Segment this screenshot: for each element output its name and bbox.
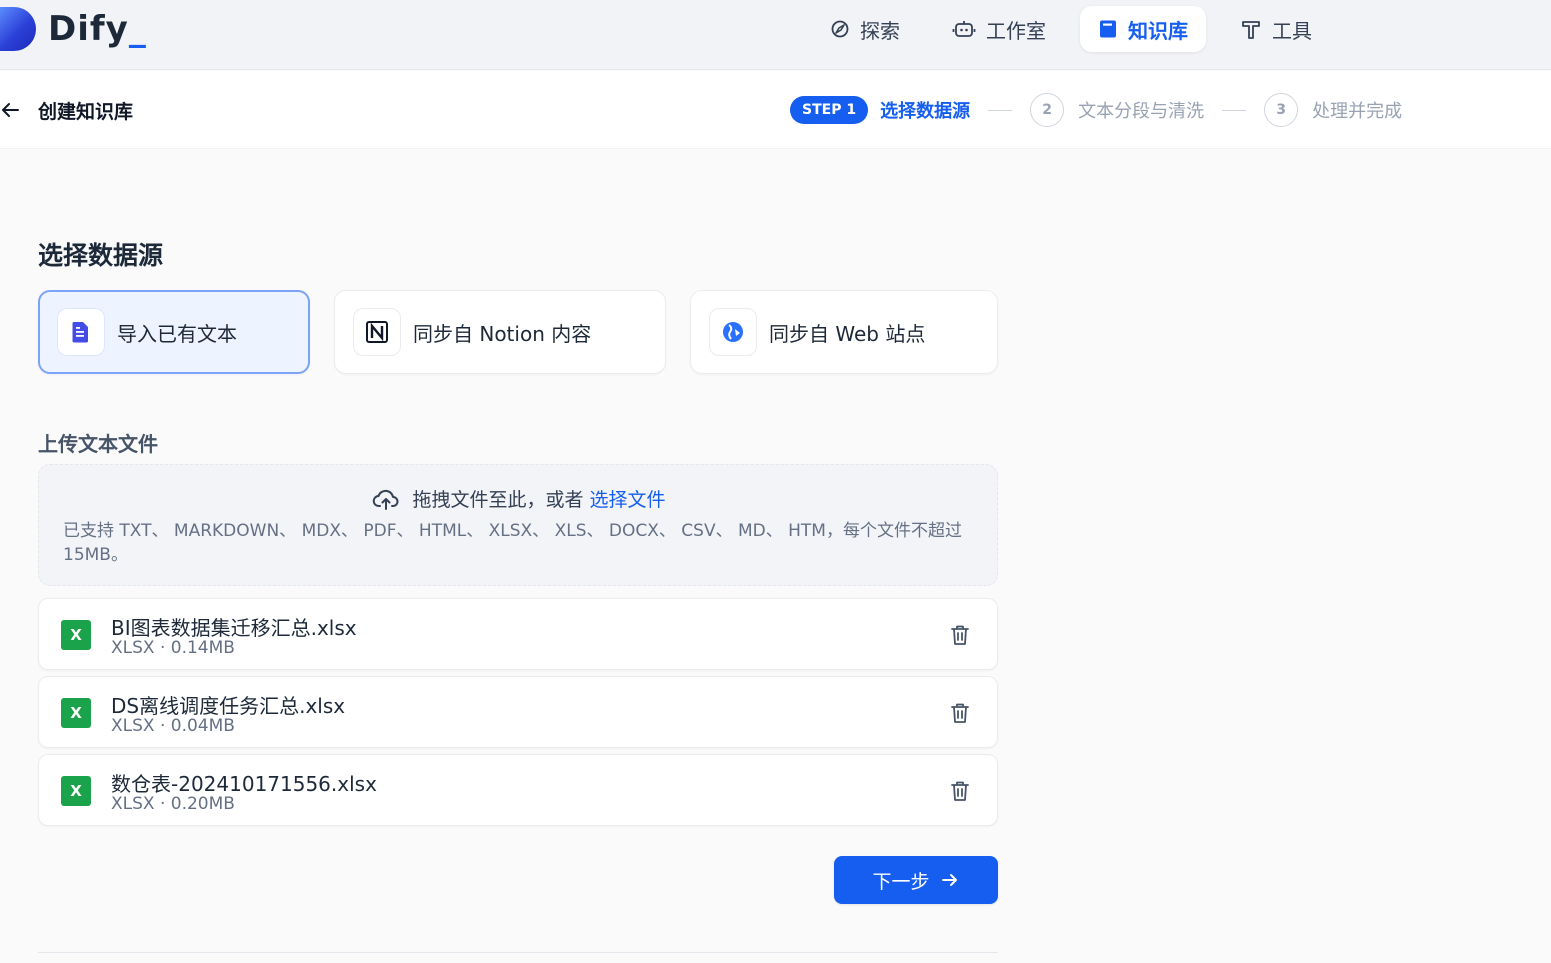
select-file-link[interactable]: 选择文件: [590, 485, 666, 512]
file-item: X BI图表数据集迁移汇总.xlsx XLSX · 0.14MB: [38, 598, 998, 670]
arrow-right-icon: [941, 874, 957, 886]
section-title: 选择数据源: [38, 241, 164, 270]
globe-icon: [709, 308, 757, 356]
file-name: 数仓表-202410171556.xlsx: [111, 772, 377, 796]
logo-text: Dify: [48, 9, 129, 49]
nav-tools[interactable]: 工具: [1222, 6, 1330, 52]
step-3-number: 3: [1264, 93, 1299, 127]
next-step-button[interactable]: 下一步: [834, 856, 998, 904]
file-name: DS离线调度任务汇总.xlsx: [111, 694, 346, 718]
nav-knowledge[interactable]: 知识库: [1080, 6, 1206, 52]
source-import-text[interactable]: 导入已有文本: [38, 290, 310, 374]
excel-file-icon: X: [61, 698, 91, 728]
source-web[interactable]: 同步自 Web 站点: [690, 290, 998, 374]
back-arrow-icon[interactable]: [0, 99, 22, 121]
step-separator: [1222, 109, 1247, 111]
drop-text: 拖拽文件至此，或者: [412, 489, 584, 511]
top-navbar: Dify_ 探索 工作室 知识库 工具: [0, 0, 1551, 70]
supported-formats-tip: 已支持 TXT、 MARKDOWN、 MDX、 PDF、 HTML、 XLSX、…: [63, 521, 962, 565]
next-step-label: 下一步: [872, 870, 930, 893]
step-badge: STEP 1: [790, 96, 869, 124]
source-import-text-label: 导入已有文本: [117, 321, 237, 346]
robot-icon: [952, 21, 976, 37]
page-header: 创建知识库 STEP 1 选择数据源 2 文本分段与清洗 3 处理并完成: [0, 71, 1551, 149]
nav-explore[interactable]: 探索: [812, 6, 918, 52]
hammer-icon: [1242, 21, 1260, 39]
excel-file-icon: X: [61, 776, 91, 806]
step-2-label: 文本分段与清洗: [1078, 101, 1205, 122]
file-text-icon: [57, 308, 105, 356]
file-meta: XLSX · 0.14MB: [111, 638, 235, 658]
step-1-label: 选择数据源: [880, 101, 971, 122]
step-indicator: STEP 1 选择数据源 2 文本分段与清洗 3 处理并完成: [790, 93, 1403, 127]
step-separator: [988, 109, 1013, 111]
file-dropzone[interactable]: 拖拽文件至此，或者 选择文件 已支持 TXT、 MARKDOWN、 MDX、 P…: [38, 464, 998, 586]
upload-title: 上传文本文件: [38, 432, 158, 456]
trash-icon[interactable]: [949, 701, 971, 725]
nav-knowledge-label: 知识库: [1128, 18, 1188, 43]
page-title: 创建知识库: [38, 101, 134, 123]
book-icon: [1100, 20, 1116, 38]
compass-icon: [831, 20, 849, 38]
logo-cursor: _: [128, 9, 147, 49]
cloud-upload-icon: [373, 489, 399, 510]
notion-icon: [353, 308, 401, 356]
file-meta: XLSX · 0.04MB: [111, 716, 235, 736]
file-name: BI图表数据集迁移汇总.xlsx: [111, 616, 357, 640]
step-3-label: 处理并完成: [1312, 101, 1403, 122]
trash-icon[interactable]: [949, 623, 971, 647]
excel-file-icon: X: [61, 620, 91, 650]
file-item: X 数仓表-202410171556.xlsx XLSX · 0.20MB: [38, 754, 998, 826]
trash-icon[interactable]: [949, 779, 971, 803]
file-item: X DS离线调度任务汇总.xlsx XLSX · 0.04MB: [38, 676, 998, 748]
source-web-label: 同步自 Web 站点: [769, 321, 926, 346]
step-2-number: 2: [1030, 93, 1065, 127]
dify-logo[interactable]: Dify_: [0, 6, 147, 52]
source-notion[interactable]: 同步自 Notion 内容: [334, 290, 666, 374]
nav-studio-label: 工作室: [986, 18, 1046, 43]
divider: [38, 952, 998, 953]
nav-tools-label: 工具: [1272, 18, 1312, 43]
nav-explore-label: 探索: [860, 18, 900, 43]
source-notion-label: 同步自 Notion 内容: [413, 321, 592, 346]
main-nav: 探索 工作室 知识库 工具: [812, 6, 1346, 52]
nav-studio[interactable]: 工作室: [934, 6, 1064, 52]
file-meta: XLSX · 0.20MB: [111, 794, 235, 814]
logo-mark: [0, 7, 36, 51]
